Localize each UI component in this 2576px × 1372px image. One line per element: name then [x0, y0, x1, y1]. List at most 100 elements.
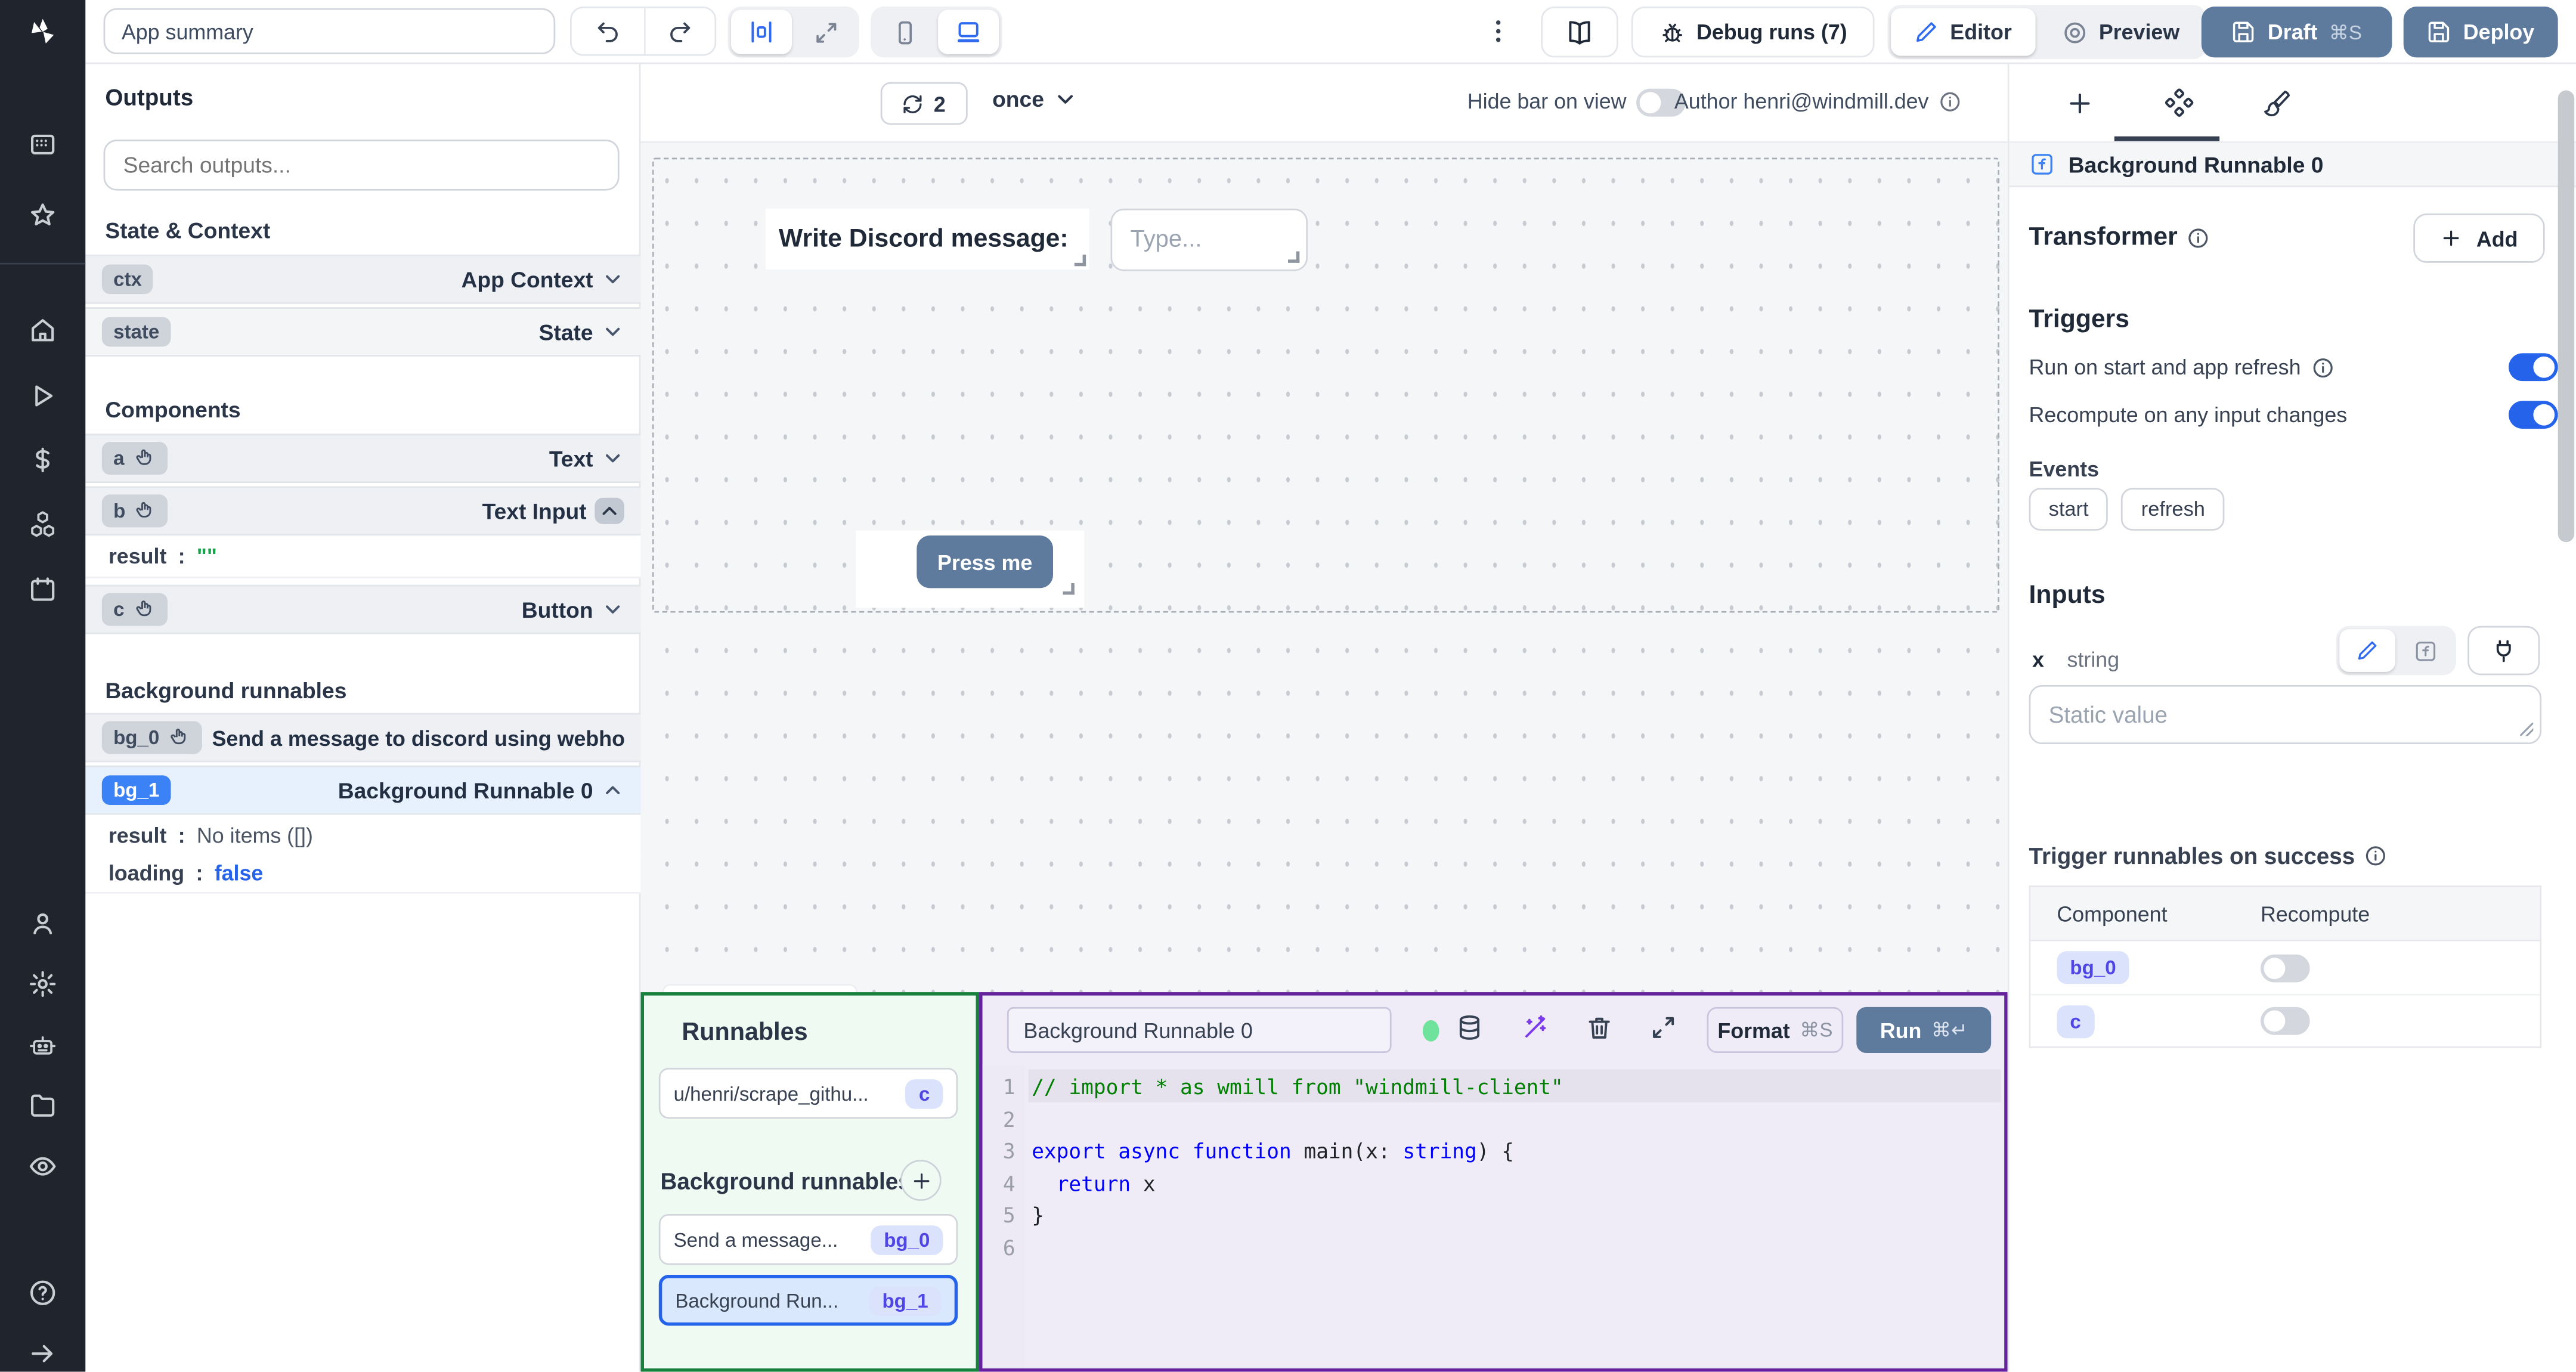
resize-handle[interactable] [1074, 255, 1086, 267]
recompute-toggle-bg0[interactable] [2261, 953, 2310, 982]
tab-add-component[interactable] [2029, 64, 2131, 141]
resize-handle[interactable] [1287, 251, 1300, 263]
delete-trash-icon[interactable] [1586, 1014, 1614, 1042]
sidebar-divider [0, 262, 86, 265]
output-row-ctx[interactable]: ctx App Context [85, 255, 641, 304]
mobile-view-button[interactable] [874, 10, 935, 54]
align-center-button[interactable] [731, 10, 792, 54]
app-canvas[interactable]: Write Discord message: Type... Press me … [640, 143, 2008, 1039]
redo-button[interactable] [643, 8, 715, 54]
docs-book-button[interactable] [1541, 7, 1618, 58]
code-content[interactable]: // import * as wmill from "windmill-clie… [1032, 1065, 2004, 1369]
add-background-runnable-button[interactable] [900, 1160, 942, 1201]
fullscreen-canvas-button[interactable] [795, 10, 856, 54]
variables-dollar-icon[interactable] [28, 445, 58, 475]
panel-scrollbar[interactable] [2558, 90, 2575, 543]
status-dot [1422, 1020, 1439, 1042]
info-icon[interactable] [2311, 355, 2334, 379]
output-row-b[interactable]: b Text Input [85, 486, 641, 536]
refresh-mode-select[interactable]: once [992, 87, 1077, 112]
home-icon[interactable] [28, 315, 58, 345]
desktop-view-button[interactable] [938, 10, 999, 54]
input-x-row: x string [2032, 648, 2119, 672]
expr-mode-button[interactable] [2397, 629, 2453, 672]
info-icon[interactable] [2365, 844, 2388, 868]
runnable-editor-panel: Format ⌘S Run ⌘↵ 123456 // import * as w… [979, 992, 2008, 1372]
event-pill-start: start [2029, 488, 2109, 531]
apps-icon[interactable] [28, 130, 58, 160]
static-mode-button[interactable] [2339, 629, 2395, 672]
runnable-item-bg0[interactable]: Send a message... bg_0 [658, 1214, 958, 1265]
debug-runs-button[interactable]: Debug runs (7) [1631, 7, 1875, 58]
add-transformer-button[interactable]: Add [2413, 213, 2545, 263]
info-icon[interactable] [2187, 227, 2210, 250]
output-row-state[interactable]: state State [85, 307, 641, 357]
connect-plug-button[interactable] [2467, 625, 2540, 676]
chevron-down-icon[interactable] [601, 268, 624, 291]
trigger-success-table: Component Recompute bg_0 c [2029, 885, 2542, 1048]
expand-editor-icon[interactable] [1649, 1014, 1677, 1042]
resize-handle[interactable] [1063, 583, 1075, 595]
app-summary-input[interactable] [103, 8, 556, 54]
deploy-button[interactable]: Deploy [2403, 7, 2558, 58]
bg-runnables-subtitle: Background runnables [661, 1168, 939, 1194]
chevron-down-icon[interactable] [601, 447, 624, 470]
output-row-a[interactable]: a Text [85, 433, 641, 483]
windmill-logo-icon[interactable] [28, 17, 58, 47]
output-row-bg0[interactable]: bg_0 Send a message to discord using web… [85, 713, 641, 763]
runnable-item-bg1-selected[interactable]: Background Run... bg_1 [658, 1275, 958, 1326]
chevron-down-icon[interactable] [601, 320, 624, 343]
tab-styling[interactable] [2226, 64, 2328, 141]
draft-label: Draft [2267, 20, 2318, 45]
runs-play-icon[interactable] [28, 381, 58, 411]
folders-icon[interactable] [28, 1091, 58, 1120]
run-shortcut: ⌘↵ [1931, 1018, 1968, 1042]
output-row-bg1[interactable]: bg_1 Background Runnable 0 [85, 765, 641, 815]
button-widget-c[interactable]: Press me [856, 530, 1085, 608]
text-widget-a[interactable]: Write Discord message: [765, 208, 1089, 270]
search-outputs-input[interactable] [103, 140, 620, 191]
components-title: Components [105, 397, 241, 423]
chevron-down-icon[interactable] [601, 598, 624, 621]
recompute-toggle[interactable] [2509, 401, 2558, 429]
bg1-result-value: No items ([]) [196, 822, 313, 847]
collapse-arrow-icon[interactable] [28, 1339, 58, 1368]
runnable-name-input[interactable] [1007, 1007, 1392, 1054]
settings-gear-icon[interactable] [28, 970, 58, 999]
chevron-up-icon[interactable] [598, 500, 621, 523]
ai-wand-icon[interactable] [1521, 1014, 1549, 1042]
runnable-item-badge: c [905, 1079, 943, 1108]
code-editor[interactable]: 123456 // import * as wmill from "windmi… [982, 1064, 2005, 1369]
pencil-icon [1916, 22, 1936, 42]
run-label: Run [1880, 1018, 1922, 1043]
tab-editor[interactable]: Editor [1891, 8, 2035, 56]
format-button[interactable]: Format ⌘S [1707, 1007, 1844, 1054]
schedules-calendar-icon[interactable] [28, 575, 58, 605]
recompute-toggle-c[interactable] [2261, 1006, 2310, 1035]
chevron-up-icon[interactable] [601, 779, 624, 802]
resources-boxes-icon[interactable] [28, 509, 58, 539]
database-icon[interactable] [1456, 1014, 1484, 1042]
run-on-start-toggle[interactable] [2509, 353, 2558, 382]
draft-button[interactable]: Draft ⌘S [2201, 7, 2392, 58]
press-me-button[interactable]: Press me [917, 535, 1054, 589]
favorites-star-icon[interactable] [28, 200, 58, 230]
textarea-resize-handle[interactable] [2520, 723, 2534, 736]
tab-component-settings[interactable] [2128, 64, 2230, 141]
runnable-item-c[interactable]: u/henri/scrape_githu... c [658, 1068, 958, 1119]
info-icon[interactable] [1939, 89, 1962, 113]
output-row-c[interactable]: c Button [85, 584, 641, 634]
tab-preview[interactable]: Preview [2038, 8, 2203, 56]
static-value-input[interactable]: Static value [2029, 685, 2542, 745]
undo-button[interactable] [572, 8, 643, 54]
selected-runnable-title: Background Runnable 0 [2068, 151, 2324, 177]
c-badge: c [101, 593, 168, 626]
refresh-count-button[interactable]: 2 [880, 82, 968, 125]
audit-eye-icon[interactable] [28, 1151, 58, 1181]
kebab-menu-icon[interactable] [1484, 15, 1513, 48]
text-input-widget-b[interactable]: Type... [1110, 208, 1308, 271]
help-icon[interactable] [28, 1278, 58, 1308]
user-icon[interactable] [28, 909, 58, 939]
run-button[interactable]: Run ⌘↵ [1856, 1007, 1992, 1054]
workers-robot-icon[interactable] [28, 1030, 58, 1060]
